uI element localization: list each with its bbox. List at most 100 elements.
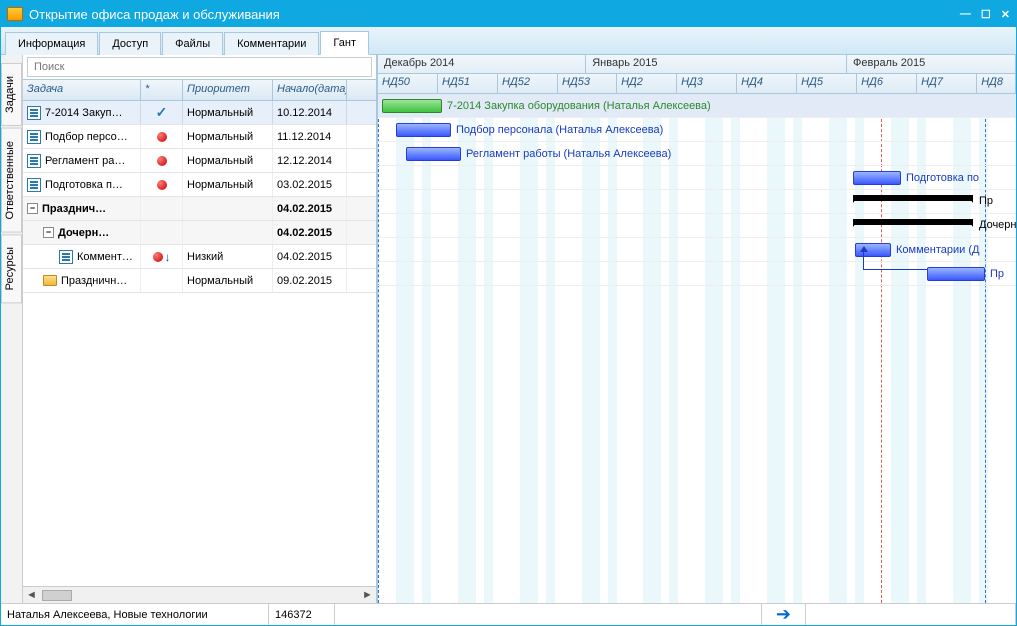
window-controls: — ☐ ✕ [960,8,1010,21]
week-header: НД3 [677,74,737,93]
table-row[interactable]: Регламент ра…Нормальный12.12.2014 [23,149,376,173]
sidetab-tasks[interactable]: Задачи [1,63,22,126]
tab-info[interactable]: Информация [5,32,98,55]
task-name: Дочерн… [58,227,109,239]
document-icon [27,154,41,168]
gantt-bar[interactable]: 7-2014 Закупка оборудования (Наталья Але… [382,99,442,113]
gantt-bar[interactable]: Пр [927,267,985,281]
tab-files[interactable]: Файлы [162,32,223,55]
gantt-bar-label: 7-2014 Закупка оборудования (Наталья Але… [447,100,711,112]
gantt-chart[interactable]: Декабрь 2014Январь 2015Февраль 2015 НД50… [377,55,1016,603]
table-row[interactable]: −Дочерн…04.02.2015 [23,221,376,245]
task-name: Подбор персо… [45,131,128,143]
gantt-bar-label: Пр [990,268,1004,280]
gantt-bar-label: Подготовка по [906,172,979,184]
week-header: НД2 [617,74,677,93]
task-name: Празднич… [42,203,106,215]
month-header: Январь 2015 [586,55,847,73]
document-icon [27,106,41,120]
tree-toggle-icon[interactable]: − [43,227,54,238]
table-row[interactable]: Коммент…↓Низкий04.02.2015 [23,245,376,269]
date-cell: 03.02.2015 [273,173,347,196]
document-icon [27,130,41,144]
left-panel: Задача * Приоритет Начало(дата) 7-2014 З… [23,55,377,603]
gantt-body: 7-2014 Закупка оборудования (Наталья Але… [378,94,1016,603]
priority-cell [183,197,273,220]
date-cell: 09.02.2015 [273,269,347,292]
week-header: НД52 [498,74,558,93]
grid-header: Задача * Приоритет Начало(дата) [23,79,376,101]
task-name: Коммент… [77,251,133,263]
gantt-bar[interactable]: Подбор персонала (Наталья Алексеева) [396,123,451,137]
date-cell: 10.12.2014 [273,101,347,124]
status-dot-icon [157,180,167,190]
status-tail [806,604,1016,625]
status-next-button[interactable]: ➔ [762,604,806,625]
table-row[interactable]: −Празднич… 04.02.2015 [23,197,376,221]
folder-icon [43,275,57,286]
col-start[interactable]: Начало(дата) [273,80,347,100]
priority-cell: Низкий [183,245,273,268]
priority-cell: Нормальный [183,173,273,196]
table-row[interactable]: Праздничн… Нормальный09.02.2015 [23,269,376,293]
week-header: НД8 [977,74,1016,93]
date-cell: 12.12.2014 [273,149,347,172]
titlebar: Открытие офиса продаж и обслуживания — ☐… [1,1,1016,27]
close-button[interactable]: ✕ [1001,8,1010,21]
week-header: НД51 [438,74,498,93]
gantt-weeks: НД50НД51НД52НД53НД2НД3НД4НД5НД6НД7НД8 [378,74,1016,94]
tab-gantt[interactable]: Гант [320,31,369,55]
status-user: Наталья Алексеева, Новые технологии [1,604,269,625]
sidetabs: Задачи Ответственные Ресурсы [1,55,23,603]
priority-cell: Нормальный [183,269,273,292]
tab-comments[interactable]: Комментарии [224,32,319,55]
gantt-bar[interactable]: Дочерние задач [853,219,973,225]
date-cell: 11.12.2014 [273,125,347,148]
week-header: НД4 [737,74,797,93]
grid-hscroll[interactable]: ◄ ► [23,586,376,603]
gantt-bar-label: Пр [979,195,993,207]
col-task[interactable]: Задача [23,80,141,100]
search-input[interactable] [27,57,372,77]
date-cell: 04.02.2015 [273,197,347,220]
table-row[interactable]: Подбор персо… Нормальный11.12.2014 [23,125,376,149]
gantt-bar[interactable]: Пр [853,195,973,201]
week-header: НД7 [917,74,977,93]
tab-access[interactable]: Доступ [99,32,161,55]
minimize-button[interactable]: — [960,8,971,21]
date-cell: 04.02.2015 [273,245,347,268]
week-header: НД5 [797,74,857,93]
task-name: Регламент ра… [45,155,125,167]
status-dot-icon [157,156,167,166]
maximize-button[interactable]: ☐ [981,8,991,21]
grid-body: 7-2014 Закуп…✓Нормальный10.12.2014Подбор… [23,101,376,586]
status-number: 146372 [269,604,335,625]
gantt-bar-label: Регламент работы (Наталья Алексеева) [466,148,671,160]
week-header: НД50 [378,74,438,93]
col-star[interactable]: * [141,80,183,100]
table-row[interactable]: Подготовка п…Нормальный03.02.2015 [23,173,376,197]
sidetab-resources[interactable]: Ресурсы [1,234,22,303]
task-name: 7-2014 Закуп… [45,107,122,119]
table-row[interactable]: 7-2014 Закуп…✓Нормальный10.12.2014 [23,101,376,125]
task-name: Праздничн… [61,275,127,287]
gantt-months: Декабрь 2014Январь 2015Февраль 2015 [378,55,1016,74]
col-priority[interactable]: Приоритет [183,80,273,100]
status-dot-icon [157,132,167,142]
gantt-bar[interactable]: Подготовка по [853,171,901,185]
status-spacer [335,604,762,625]
window-title: Открытие офиса продаж и обслуживания [29,7,960,22]
gantt-bar[interactable]: Регламент работы (Наталья Алексеева) [406,147,461,161]
tabstrip: Информация Доступ Файлы Комментарии Гант [1,27,1016,55]
priority-cell: Нормальный [183,101,273,124]
month-header: Декабрь 2014 [378,55,586,73]
document-icon [59,250,73,264]
app-icon [7,7,23,21]
sidetab-responsible[interactable]: Ответственные [1,128,22,233]
tree-toggle-icon[interactable]: − [27,203,38,214]
status-dot-icon [153,252,163,262]
gantt-bar-label: Подбор персонала (Наталья Алексеева) [456,124,663,136]
month-header: Февраль 2015 [847,55,1016,73]
priority-cell: Нормальный [183,125,273,148]
week-header: НД53 [558,74,617,93]
